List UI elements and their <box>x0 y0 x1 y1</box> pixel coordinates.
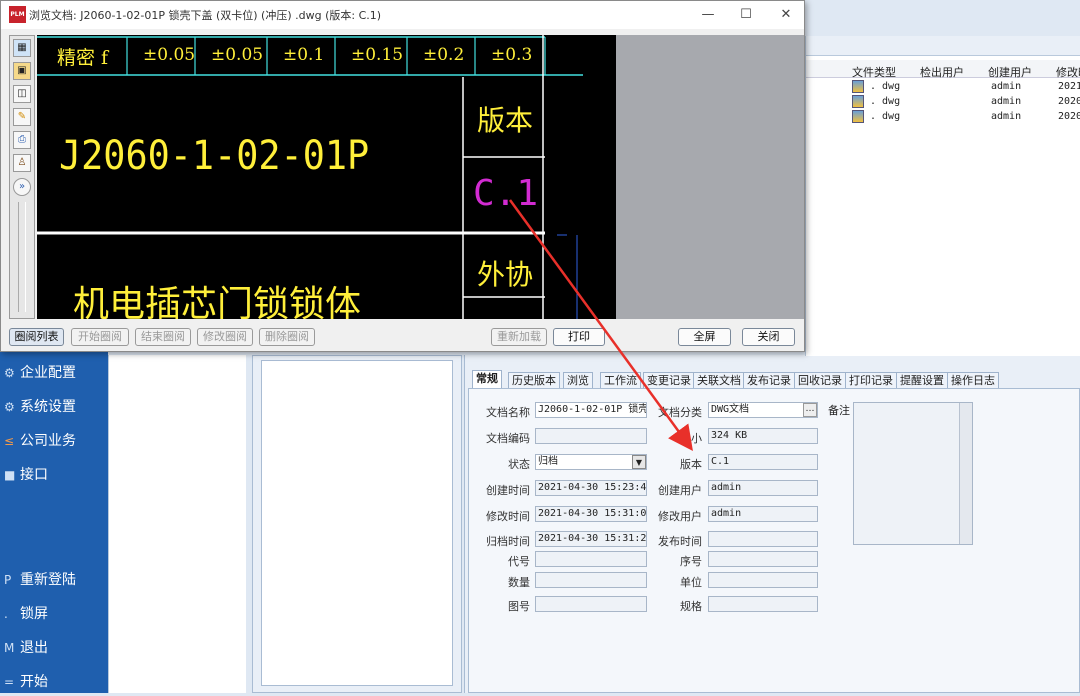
red-arrow-annotation <box>508 199 693 452</box>
